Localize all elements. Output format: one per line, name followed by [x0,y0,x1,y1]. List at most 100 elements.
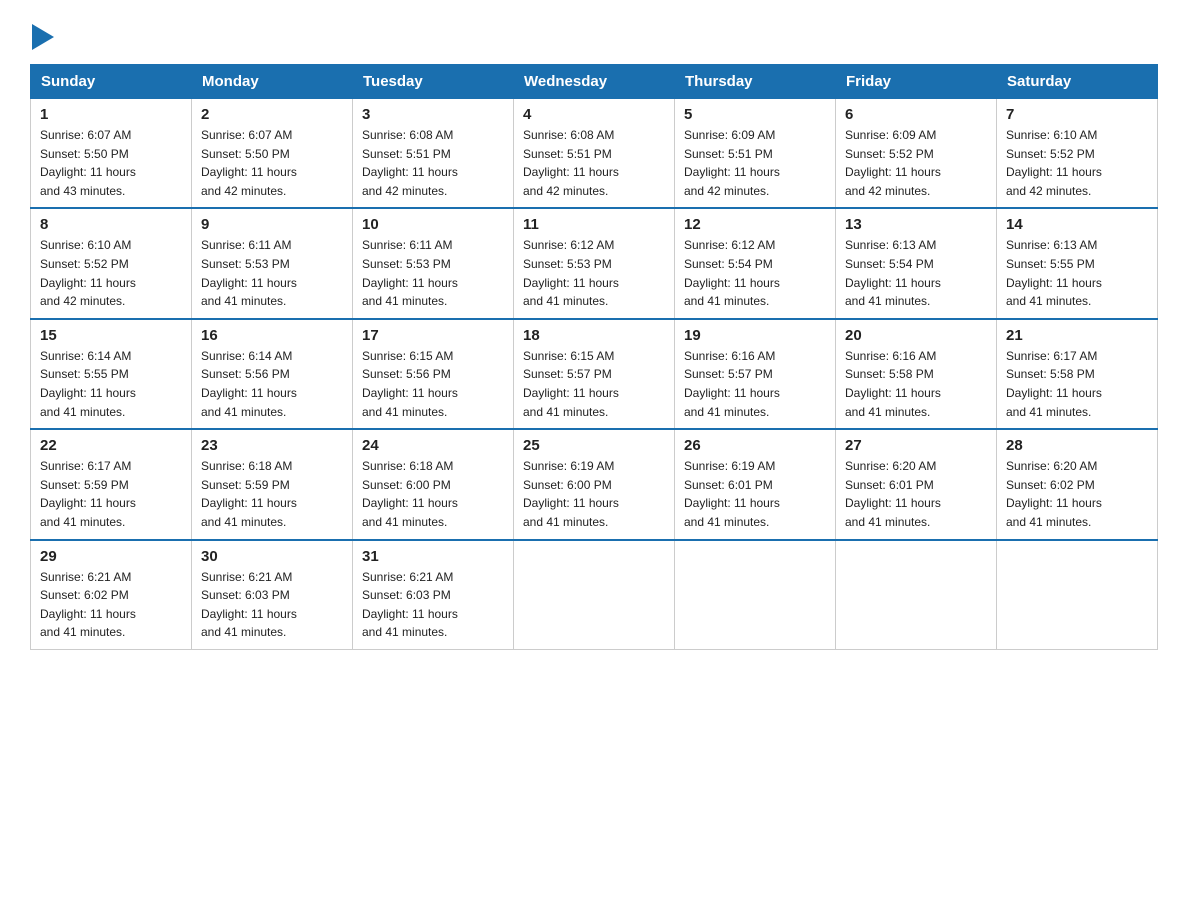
calendar-cell: 2 Sunrise: 6:07 AMSunset: 5:50 PMDaylight… [192,99,353,209]
calendar-cell: 4Sunrise: 6:08 AMSunset: 5:51 PMDaylight… [514,99,675,209]
logo-line1 [30,24,54,50]
day-header-saturday: Saturday [997,65,1158,99]
day-info: Sunrise: 6:09 AMSunset: 5:51 PMDaylight:… [684,126,826,200]
day-info: Sunrise: 6:21 AMSunset: 6:02 PMDaylight:… [40,568,182,642]
calendar-cell: 31Sunrise: 6:21 AMSunset: 6:03 PMDayligh… [353,540,514,650]
calendar-cell: 17Sunrise: 6:15 AMSunset: 5:56 PMDayligh… [353,319,514,429]
days-header-row: SundayMondayTuesdayWednesdayThursdayFrid… [31,65,1158,99]
day-number: 24 [362,437,504,454]
day-number: 18 [523,327,665,344]
day-info: Sunrise: 6:20 AMSunset: 6:01 PMDaylight:… [845,457,987,531]
day-number: 28 [1006,437,1148,454]
day-number: 6 [845,106,987,123]
day-info: Sunrise: 6:12 AMSunset: 5:53 PMDaylight:… [523,236,665,310]
calendar-cell: 16 Sunrise: 6:14 AMSunset: 5:56 PMDayligh… [192,319,353,429]
day-info: Sunrise: 6:11 AMSunset: 5:53 PMDaylight:… [362,236,504,310]
calendar-cell: 21 Sunrise: 6:17 AMSunset: 5:58 PMDayligh… [997,319,1158,429]
calendar-cell: 11 Sunrise: 6:12 AMSunset: 5:53 PMDayligh… [514,208,675,318]
week-row-3: 15 Sunrise: 6:14 AMSunset: 5:55 PMDayligh… [31,319,1158,429]
day-info: Sunrise: 6:19 AMSunset: 6:01 PMDaylight:… [684,457,826,531]
day-info: Sunrise: 6:21 AMSunset: 6:03 PMDaylight:… [362,568,504,642]
day-info: Sunrise: 6:09 AMSunset: 5:52 PMDaylight:… [845,126,987,200]
day-number: 10 [362,216,504,233]
calendar-cell: 13Sunrise: 6:13 AMSunset: 5:54 PMDayligh… [836,208,997,318]
day-info: Sunrise: 6:19 AMSunset: 6:00 PMDaylight:… [523,457,665,531]
day-number: 30 [201,548,343,565]
day-number: 20 [845,327,987,344]
calendar-cell: 14Sunrise: 6:13 AMSunset: 5:55 PMDayligh… [997,208,1158,318]
day-info: Sunrise: 6:17 AMSunset: 5:59 PMDaylight:… [40,457,182,531]
calendar-cell: 28 Sunrise: 6:20 AMSunset: 6:02 PMDayligh… [997,429,1158,539]
day-number: 9 [201,216,343,233]
day-number: 21 [1006,327,1148,344]
calendar-cell: 3Sunrise: 6:08 AMSunset: 5:51 PMDaylight… [353,99,514,209]
logo [30,20,54,46]
header-area [30,20,1158,46]
calendar-cell [836,540,997,650]
day-info: Sunrise: 6:12 AMSunset: 5:54 PMDaylight:… [684,236,826,310]
day-number: 16 [201,327,343,344]
day-info: Sunrise: 6:14 AMSunset: 5:56 PMDaylight:… [201,347,343,421]
day-info: Sunrise: 6:10 AMSunset: 5:52 PMDaylight:… [40,236,182,310]
week-row-2: 8Sunrise: 6:10 AMSunset: 5:52 PMDaylight… [31,208,1158,318]
calendar-cell: 5 Sunrise: 6:09 AMSunset: 5:51 PMDaylight… [675,99,836,209]
calendar-cell: 9 Sunrise: 6:11 AMSunset: 5:53 PMDaylight… [192,208,353,318]
day-info: Sunrise: 6:14 AMSunset: 5:55 PMDaylight:… [40,347,182,421]
day-number: 22 [40,437,182,454]
day-number: 27 [845,437,987,454]
day-info: Sunrise: 6:18 AMSunset: 5:59 PMDaylight:… [201,457,343,531]
calendar-cell: 15 Sunrise: 6:14 AMSunset: 5:55 PMDayligh… [31,319,192,429]
day-number: 1 [40,106,182,123]
week-row-5: 29 Sunrise: 6:21 AMSunset: 6:02 PMDayligh… [31,540,1158,650]
day-number: 19 [684,327,826,344]
day-header-thursday: Thursday [675,65,836,99]
calendar-cell: 10 Sunrise: 6:11 AMSunset: 5:53 PMDayligh… [353,208,514,318]
calendar-cell: 25 Sunrise: 6:19 AMSunset: 6:00 PMDayligh… [514,429,675,539]
logo-chevron-icon [32,24,54,50]
calendar-cell: 12 Sunrise: 6:12 AMSunset: 5:54 PMDayligh… [675,208,836,318]
day-info: Sunrise: 6:08 AMSunset: 5:51 PMDaylight:… [523,126,665,200]
day-header-tuesday: Tuesday [353,65,514,99]
calendar-cell [675,540,836,650]
day-info: Sunrise: 6:15 AMSunset: 5:56 PMDaylight:… [362,347,504,421]
week-row-1: 1 Sunrise: 6:07 AMSunset: 5:50 PMDaylight… [31,99,1158,209]
day-header-sunday: Sunday [31,65,192,99]
day-number: 15 [40,327,182,344]
day-number: 26 [684,437,826,454]
calendar-cell: 7Sunrise: 6:10 AMSunset: 5:52 PMDaylight… [997,99,1158,209]
day-number: 11 [523,216,665,233]
day-header-wednesday: Wednesday [514,65,675,99]
calendar-cell: 19Sunrise: 6:16 AMSunset: 5:57 PMDayligh… [675,319,836,429]
calendar-cell: 24 Sunrise: 6:18 AMSunset: 6:00 PMDayligh… [353,429,514,539]
week-row-4: 22 Sunrise: 6:17 AMSunset: 5:59 PMDayligh… [31,429,1158,539]
day-info: Sunrise: 6:16 AMSunset: 5:58 PMDaylight:… [845,347,987,421]
day-number: 12 [684,216,826,233]
day-info: Sunrise: 6:15 AMSunset: 5:57 PMDaylight:… [523,347,665,421]
calendar-cell [997,540,1158,650]
calendar-cell: 6 Sunrise: 6:09 AMSunset: 5:52 PMDaylight… [836,99,997,209]
day-number: 25 [523,437,665,454]
day-number: 5 [684,106,826,123]
day-info: Sunrise: 6:21 AMSunset: 6:03 PMDaylight:… [201,568,343,642]
calendar-cell [514,540,675,650]
day-header-friday: Friday [836,65,997,99]
day-number: 29 [40,548,182,565]
calendar-cell: 23Sunrise: 6:18 AMSunset: 5:59 PMDayligh… [192,429,353,539]
day-info: Sunrise: 6:20 AMSunset: 6:02 PMDaylight:… [1006,457,1148,531]
day-info: Sunrise: 6:07 AMSunset: 5:50 PMDaylight:… [201,126,343,200]
day-info: Sunrise: 6:18 AMSunset: 6:00 PMDaylight:… [362,457,504,531]
calendar-table: SundayMondayTuesdayWednesdayThursdayFrid… [30,64,1158,650]
day-info: Sunrise: 6:13 AMSunset: 5:55 PMDaylight:… [1006,236,1148,310]
calendar-cell: 1 Sunrise: 6:07 AMSunset: 5:50 PMDaylight… [31,99,192,209]
day-info: Sunrise: 6:17 AMSunset: 5:58 PMDaylight:… [1006,347,1148,421]
calendar-cell: 18 Sunrise: 6:15 AMSunset: 5:57 PMDayligh… [514,319,675,429]
day-header-monday: Monday [192,65,353,99]
calendar-cell: 22 Sunrise: 6:17 AMSunset: 5:59 PMDayligh… [31,429,192,539]
day-number: 3 [362,106,504,123]
day-number: 2 [201,106,343,123]
day-info: Sunrise: 6:10 AMSunset: 5:52 PMDaylight:… [1006,126,1148,200]
day-info: Sunrise: 6:07 AMSunset: 5:50 PMDaylight:… [40,126,182,200]
calendar-cell: 27 Sunrise: 6:20 AMSunset: 6:01 PMDayligh… [836,429,997,539]
day-info: Sunrise: 6:11 AMSunset: 5:53 PMDaylight:… [201,236,343,310]
calendar-cell: 30 Sunrise: 6:21 AMSunset: 6:03 PMDayligh… [192,540,353,650]
